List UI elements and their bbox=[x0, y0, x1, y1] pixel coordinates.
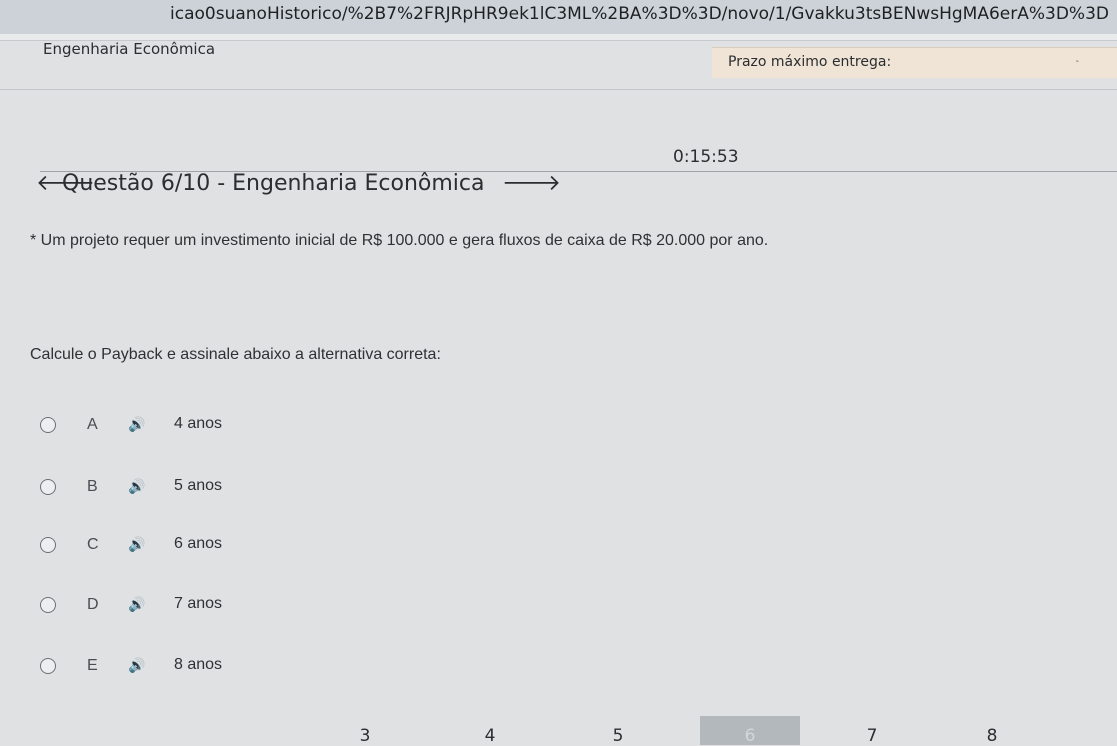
option-text: 7 anos bbox=[174, 595, 223, 612]
course-title: Engenharia Econômica bbox=[43, 40, 216, 58]
option-text: 5 anos bbox=[174, 477, 223, 494]
speaker-icon[interactable]: 🔊 bbox=[128, 536, 145, 553]
header-underline bbox=[0, 89, 1117, 90]
question-instruction: Calcule o Payback e assinale abaixo a al… bbox=[30, 346, 441, 363]
page-4[interactable]: 4 bbox=[440, 716, 540, 746]
option-text: 8 anos bbox=[174, 656, 223, 673]
speaker-icon[interactable]: 🔊 bbox=[128, 657, 145, 674]
deadline-bar: Prazo máximo entrega: - bbox=[712, 47, 1117, 78]
radio-button[interactable] bbox=[40, 537, 56, 553]
exam-timer: 0:15:53 bbox=[673, 147, 739, 167]
deadline-caret: - bbox=[1075, 56, 1079, 67]
arrow-right-icon: 🡒 bbox=[502, 171, 561, 196]
option-a[interactable]: A 🔊 4 anos bbox=[40, 412, 340, 440]
url-text: icao0suanoHistorico/%2B7%2FRJRpHR9ek1lC3… bbox=[170, 4, 1109, 24]
option-text: 6 anos bbox=[174, 535, 223, 552]
next-question-button[interactable]: 🡒 bbox=[502, 170, 561, 196]
speaker-icon[interactable]: 🔊 bbox=[128, 416, 145, 433]
option-letter: D bbox=[87, 596, 99, 613]
question-pagination: 3 4 5 6 7 8 bbox=[0, 716, 1117, 746]
speaker-icon[interactable]: 🔊 bbox=[128, 478, 145, 495]
page-6-current[interactable]: 6 bbox=[700, 716, 800, 746]
deadline-label: Prazo máximo entrega: bbox=[728, 54, 892, 70]
option-letter: C bbox=[87, 536, 99, 553]
option-b[interactable]: B 🔊 5 anos bbox=[40, 474, 340, 502]
option-e[interactable]: E 🔊 8 anos bbox=[40, 653, 340, 681]
page-5[interactable]: 5 bbox=[568, 716, 668, 746]
option-c[interactable]: C 🔊 6 anos bbox=[40, 532, 340, 560]
radio-button[interactable] bbox=[40, 417, 56, 433]
speaker-icon[interactable]: 🔊 bbox=[128, 596, 145, 613]
page-3[interactable]: 3 bbox=[315, 716, 415, 746]
question-statement: * Um projeto requer um investimento inic… bbox=[30, 232, 769, 249]
radio-button[interactable] bbox=[40, 658, 56, 674]
address-bar[interactable]: icao0suanoHistorico/%2B7%2FRJRpHR9ek1lC3… bbox=[0, 0, 1117, 34]
option-letter: A bbox=[87, 416, 98, 433]
radio-button[interactable] bbox=[40, 479, 56, 495]
option-letter: B bbox=[87, 478, 98, 495]
page-7[interactable]: 7 bbox=[822, 716, 922, 746]
radio-button[interactable] bbox=[40, 597, 56, 613]
option-d[interactable]: D 🔊 7 anos bbox=[40, 592, 340, 620]
question-title: Questão 6/10 - Engenharia Econômica bbox=[62, 171, 485, 196]
page-8[interactable]: 8 bbox=[942, 716, 1042, 746]
option-text: 4 anos bbox=[174, 415, 223, 432]
option-letter: E bbox=[87, 657, 98, 674]
